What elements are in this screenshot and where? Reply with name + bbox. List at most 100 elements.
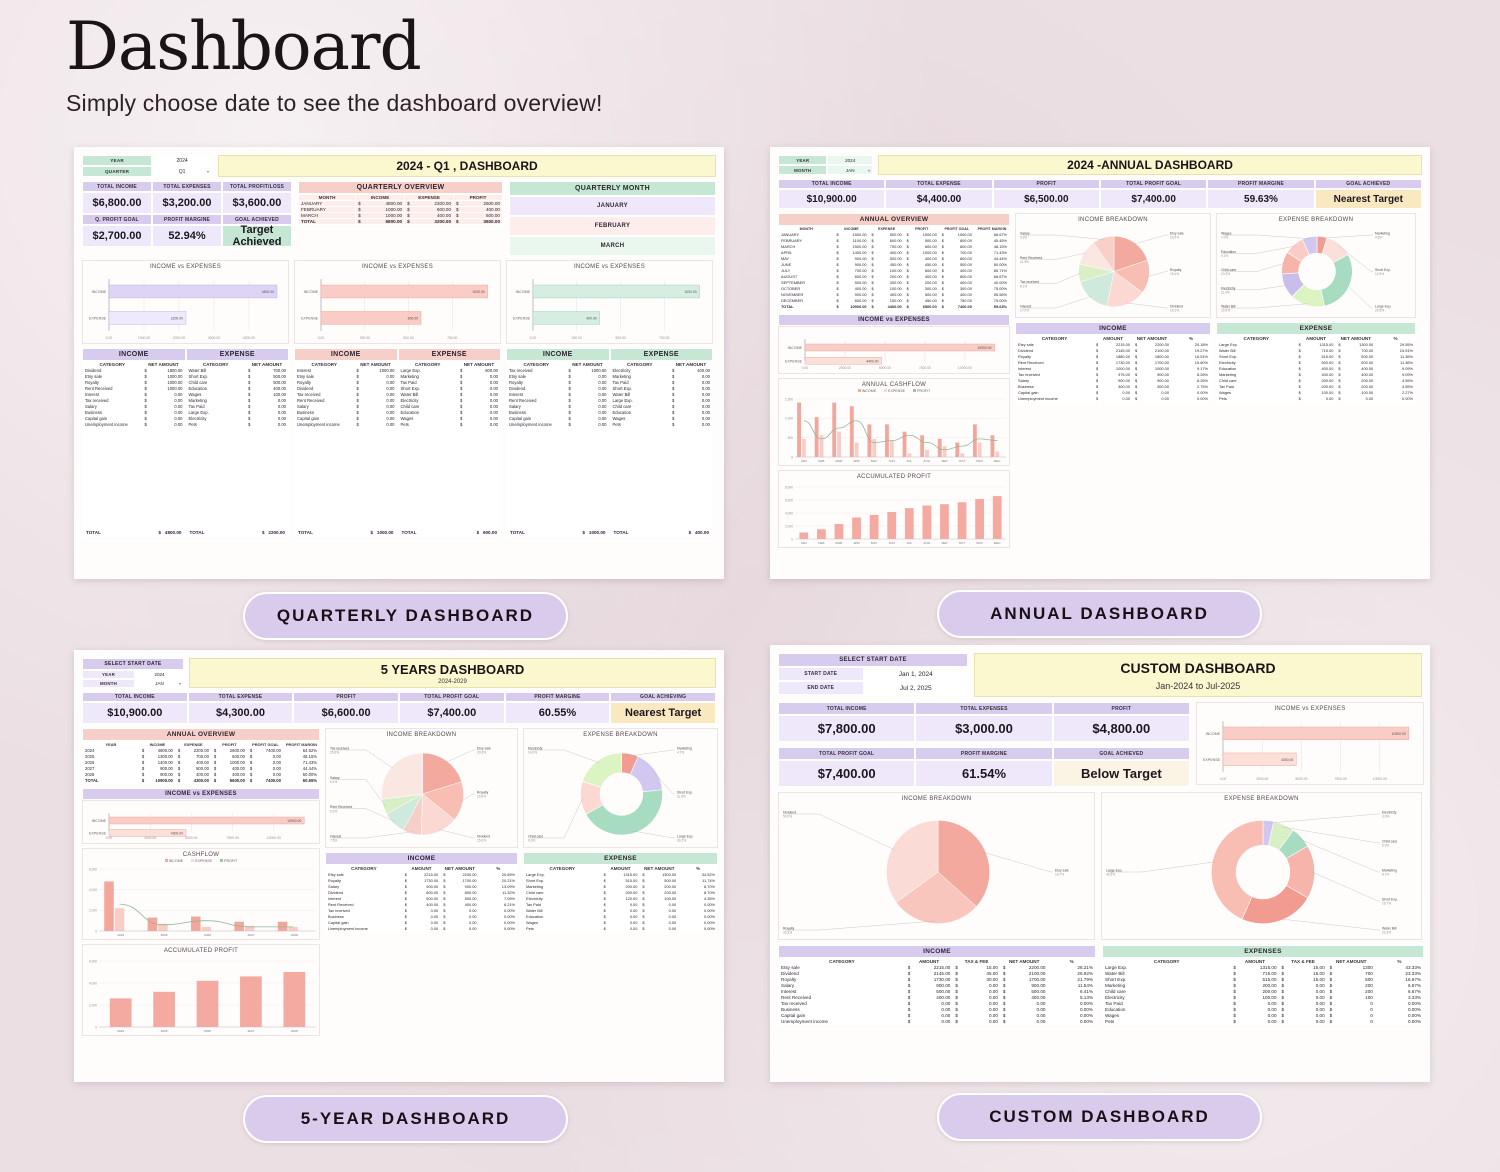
- income-vs-expenses-chart: 0.00 2500.00 5000.00 7500.00 10000.00 10900.0…: [82, 800, 320, 844]
- svg-text:1000.00: 1000.00: [684, 290, 696, 294]
- kpi-label: TOTAL PROFIT GOAL: [778, 747, 916, 760]
- custom-dashboard-panel[interactable]: SELECT START DATE START DATE Jan 1, 2024 EN…: [770, 645, 1430, 1082]
- svg-text:3000.00: 3000.00: [208, 336, 220, 340]
- table-title: EXPENSE: [523, 852, 718, 865]
- month-selector-value[interactable]: JAN ▾: [135, 679, 184, 688]
- col-net-amount: NET AMOUNT: [1335, 335, 1377, 342]
- data-table: CATEGORY AMOUNT NET AMOUNT% Large Exp. $1315…: [1216, 335, 1416, 402]
- svg-text:INCOME: INCOME: [304, 290, 319, 294]
- svg-text:10900.00: 10900.00: [1392, 732, 1406, 736]
- svg-text:18.1%: 18.1%: [1170, 309, 1179, 313]
- data-table: CATEGORY AMOUNT NET AMOUNT% Etsy sale $2215.…: [1015, 335, 1211, 402]
- dashboard-title: CUSTOM DASHBOARD: [1120, 659, 1276, 676]
- table-total: TOTAL $ 1000.00: [506, 528, 610, 537]
- svg-text:7.5%: 7.5%: [330, 839, 337, 843]
- svg-text:0.00: 0.00: [1220, 777, 1227, 781]
- svg-text:1,000: 1,000: [785, 417, 793, 421]
- svg-text:2027: 2027: [247, 1029, 254, 1033]
- table-row: Pets $0.00: [609, 421, 714, 428]
- year-selector-value[interactable]: 2024: [152, 155, 212, 166]
- table-total: TOTAL $ 4800.00: [82, 528, 186, 537]
- svg-text:11.5%: 11.5%: [1020, 260, 1029, 264]
- income-table: CATEGORY NET AMOUNT Dividend $1800.00 Etsy s…: [81, 361, 186, 428]
- cell: $0.00: [1230, 1018, 1280, 1025]
- cell-category: Pets: [397, 421, 458, 428]
- chevron-down-icon[interactable]: ▾: [179, 681, 181, 686]
- table-row: Pets $0.00 $0.00 $0 0.00%: [1101, 1018, 1425, 1025]
- quarterly-dashboard-panel[interactable]: YEAR 2024 QUARTER Q1 ▾ 2024 - Q1 , DASHBOARD T…: [74, 147, 724, 579]
- table-title: INCOME: [778, 945, 1096, 958]
- svg-text:2028: 2028: [291, 1029, 298, 1033]
- cell: $0.00: [1093, 395, 1133, 402]
- svg-text:1000.00: 1000.00: [472, 290, 484, 294]
- kpi-label: PROFIT MARGINE: [504, 692, 611, 702]
- cell: $0.00: [440, 925, 480, 932]
- table-total-row: TOTAL $10900.00 $4400.00 $6500.00 $7400.00 59…: [777, 303, 1011, 310]
- dashboard-title: 5 YEARS DASHBOARD: [380, 661, 525, 677]
- table-title: INCOME: [1015, 322, 1211, 335]
- col-net-amount: NET AMOUNT: [668, 361, 714, 368]
- svg-text:29.5%: 29.5%: [1375, 309, 1384, 313]
- kpi-label: TOTAL INCOME: [82, 692, 188, 702]
- svg-text:600.00: 600.00: [408, 317, 418, 321]
- svg-text:6,000: 6,000: [785, 498, 793, 502]
- col-header: PROFIT MARGIN: [282, 741, 321, 748]
- table-total: TOTAL $ 2200.00: [185, 528, 289, 537]
- svg-text:6.1%: 6.1%: [330, 780, 337, 784]
- chart-title: EXPENSE BREAKDOWN: [1278, 217, 1354, 223]
- svg-text:7.0%: 7.0%: [1221, 236, 1228, 240]
- quarterly-overview-table: MONTH INCOME EXPENSE PROFIT JANUARY $4800.00 $…: [297, 194, 503, 225]
- chevron-down-icon[interactable]: ▾: [207, 169, 209, 174]
- cell-total: $4300.00: [174, 777, 212, 784]
- svg-text:4300.00: 4300.00: [1281, 758, 1293, 762]
- caption-custom-dashboard[interactable]: CUSTOM DASHBOARD: [937, 1093, 1262, 1141]
- month-selector-label: MONTH: [82, 679, 136, 688]
- svg-text:INCOME: INCOME: [1206, 732, 1221, 736]
- kpi-label: TOTAL PROFIT GOAL: [1099, 179, 1208, 189]
- svg-text:8.7%: 8.7%: [1382, 873, 1389, 877]
- kpi-value: Below Target: [1052, 760, 1190, 787]
- income-vs-expenses-chart: INCOME vs EXPENSES 0.00 250.00 500.00 750.00…: [506, 260, 713, 344]
- svg-text:12.5%: 12.5%: [1375, 272, 1384, 276]
- svg-text:INCOME: INCOME: [92, 290, 107, 294]
- chart-title: INCOME vs EXPENSES: [1274, 706, 1346, 712]
- svg-text:30.2%: 30.2%: [677, 839, 686, 843]
- cashflow-chart: ANNUAL CASHFLOW INCOME EXPENSE PROFIT 0 50…: [778, 378, 1010, 466]
- kpi-label: GOAL ACHIEVED: [1052, 747, 1190, 760]
- chart-title: EXPENSE BREAKDOWN: [1224, 796, 1299, 802]
- svg-text:10000.00: 10000.00: [1373, 777, 1387, 781]
- kpi-value: Nearest Target: [610, 702, 716, 724]
- start-date-value[interactable]: Jan 1, 2024: [863, 667, 968, 681]
- year-selector-value[interactable]: 2024: [827, 155, 873, 165]
- overview-table: MONTH INCOME EXPENSE PROFIT PROFIT GOAL PROFI…: [777, 226, 1011, 310]
- year-selector-value[interactable]: 2024: [135, 670, 184, 679]
- expense-table-header: EXPENSE: [185, 348, 289, 361]
- table-row: Unemployment income $0.00 $0.00 $0.00 0.00%: [778, 1018, 1096, 1025]
- quarter-selector-value[interactable]: Q1 ▾: [152, 166, 212, 177]
- kpi-value: $10,900.00: [778, 189, 886, 209]
- svg-text:1000.00: 1000.00: [138, 336, 150, 340]
- month-selector-value[interactable]: JAN ▾: [827, 165, 873, 175]
- cell-total: $7400.00: [938, 303, 975, 310]
- svg-text:2025: 2025: [161, 1029, 168, 1033]
- svg-text:6,000: 6,000: [89, 959, 97, 963]
- quarterly-month-2: MARCH: [509, 236, 716, 256]
- caption-annual-dashboard[interactable]: ANNUAL DASHBOARD: [937, 590, 1262, 638]
- caption-quarterly-dashboard[interactable]: QUARTERLY DASHBOARD: [243, 592, 568, 640]
- income-vs-expenses-chart: INCOME vs EXPENSES 0.00 2500.00 5000.00 7500…: [1196, 702, 1424, 785]
- cell-total: $4400.00: [868, 303, 905, 310]
- svg-text:INCOME: INCOME: [516, 290, 531, 294]
- chevron-down-icon[interactable]: ▾: [868, 168, 870, 173]
- cell-category: Unemployment income: [505, 421, 567, 428]
- fiveyear-dashboard-panel[interactable]: SELECT START DATE YEAR 2024 MONTH JAN ▾ 5 YEAR…: [74, 650, 724, 1082]
- end-date-value[interactable]: Jul 2, 2025: [863, 681, 968, 695]
- kpi-value: $7,400.00: [778, 760, 916, 787]
- income-table-header: INCOME: [506, 348, 610, 361]
- start-date-label: START DATE: [778, 667, 864, 681]
- annual-dashboard-panel[interactable]: YEAR 2024 MONTH JAN ▾ 2024 -ANNUAL DASHBOARD T…: [770, 147, 1430, 579]
- kpi-label: TOTAL EXPENSES: [151, 181, 222, 192]
- page-title: Dashboard: [66, 8, 422, 85]
- svg-text:3.9%: 3.9%: [1382, 815, 1389, 819]
- table-total: TOTAL $ 1000.00: [294, 528, 398, 537]
- caption-fiveyear-dashboard[interactable]: 5-YEAR DASHBOARD: [243, 1095, 568, 1143]
